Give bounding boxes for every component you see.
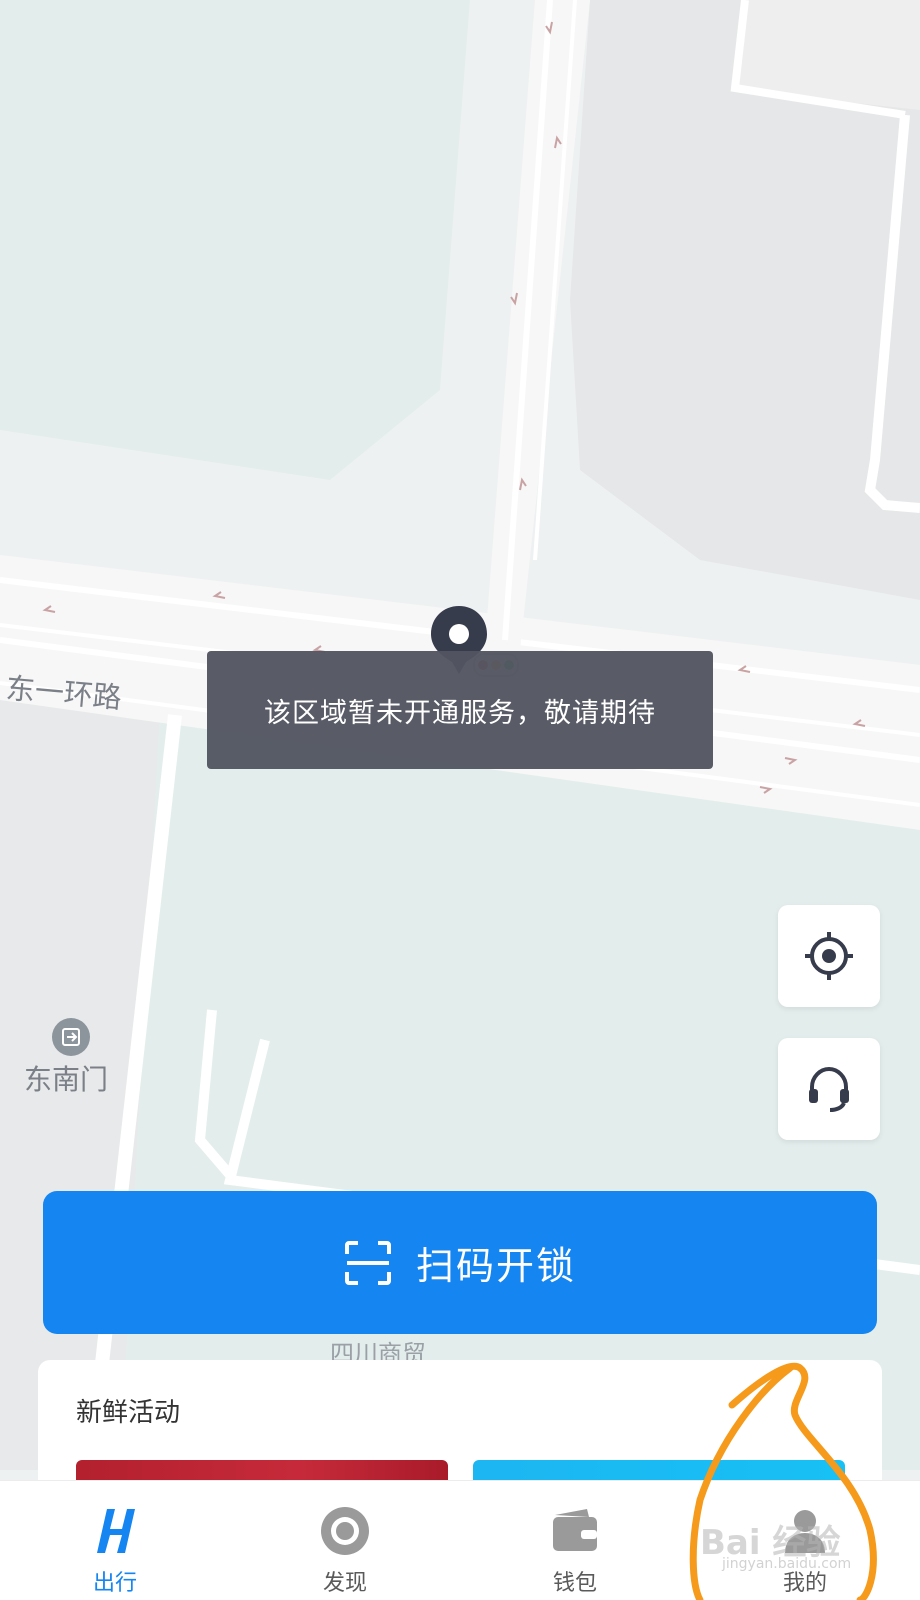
activity-section: 新鲜活动: [38, 1360, 882, 1500]
wallet-icon: [547, 1503, 603, 1559]
tab-travel[interactable]: 出行: [0, 1481, 230, 1600]
exit-icon: [62, 1028, 80, 1046]
tab-wallet[interactable]: 钱包: [460, 1481, 690, 1600]
watermark-url: jingyan.baidu.com: [722, 1556, 852, 1572]
tab-discover[interactable]: 发现: [230, 1481, 460, 1600]
scan-frame-icon: [344, 1240, 391, 1285]
tab-label: 钱包: [552, 1571, 597, 1596]
scan-unlock-label: 扫码开锁: [415, 1244, 576, 1288]
activity-title: 新鲜活动: [76, 1398, 181, 1428]
tab-label: 发现: [322, 1571, 367, 1596]
scan-unlock-button[interactable]: 扫码开锁: [43, 1191, 877, 1334]
discover-icon: [317, 1503, 373, 1559]
crosshair-icon: [805, 932, 853, 980]
customer-service-button[interactable]: [778, 1038, 880, 1140]
service-unavailable-toast: 该区域暂未开通服务，敬请期待: [207, 651, 713, 769]
tab-label: 出行: [92, 1571, 137, 1596]
poi-label: 东南门: [24, 1063, 109, 1096]
headset-icon: [809, 1066, 849, 1112]
locate-button[interactable]: [778, 905, 880, 1007]
hello-logo-icon: [87, 1503, 143, 1559]
poi-marker[interactable]: [52, 1018, 90, 1056]
